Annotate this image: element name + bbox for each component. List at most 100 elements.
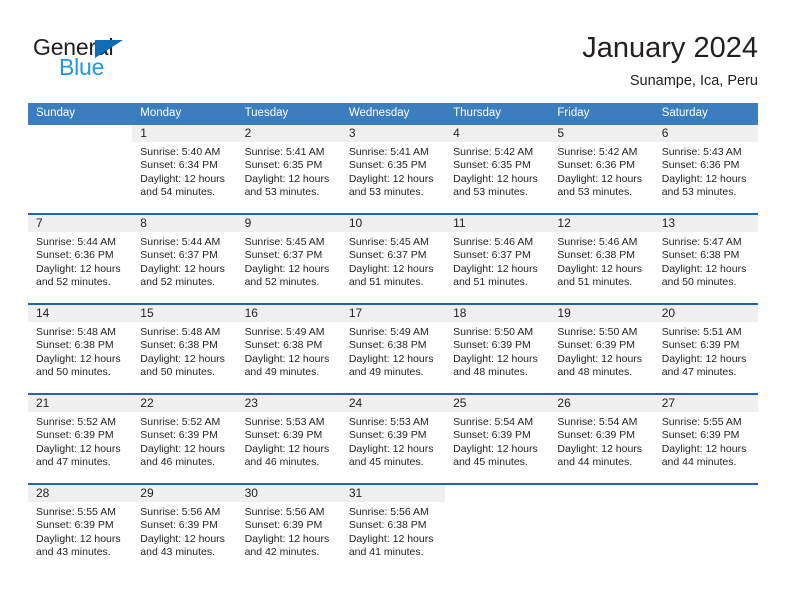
day-cell[interactable]: 16 Sunrise: 5:49 AM Sunset: 6:38 PM Dayligh…: [236, 305, 341, 393]
day-detail-line: and 48 minutes.: [557, 366, 633, 379]
day-detail-line: Sunrise: 5:53 AM: [244, 416, 325, 428]
day-cell[interactable]: 6 Sunrise: 5:43 AM Sunset: 6:36 PM Daylight…: [653, 125, 758, 213]
day-detail-line: Sunset: 6:38 PM: [140, 339, 218, 352]
day-details: Sunrise: 5:46 AM Sunset: 6:37 PM Daylight:…: [445, 232, 549, 290]
day-cell[interactable]: 24 Sunrise: 5:53 AM Sunset: 6:39 PM Dayligh…: [340, 395, 446, 483]
day-cell[interactable]: 19 Sunrise: 5:50 AM Sunset: 6:39 PM Dayligh…: [549, 305, 654, 393]
day-detail-line: and 41 minutes.: [348, 546, 424, 559]
day-cell[interactable]: 7 Sunrise: 5:44 AM Sunset: 6:36 PM Daylight…: [28, 215, 133, 303]
calendar-cell: 6 Sunrise: 5:43 AM Sunset: 6:36 PM Daylight…: [653, 125, 758, 214]
day-details: Sunrise: 5:48 AM Sunset: 6:38 PM Daylight:…: [132, 322, 236, 380]
calendar-cell: 23 Sunrise: 5:53 AM Sunset: 6:39 PM Dayligh…: [236, 393, 341, 484]
calendar-page: General Blue January 2024 Sunampe, Ica, …: [0, 0, 792, 612]
day-detail-line: and 47 minutes.: [661, 366, 737, 379]
day-number: 18: [445, 305, 550, 322]
month-calendar: Sunday Monday Tuesday Wednesday Thursday…: [28, 103, 758, 573]
day-detail-line: Sunrise: 5:50 AM: [557, 326, 638, 338]
calendar-cell: [28, 125, 132, 214]
day-detail-line: and 54 minutes.: [140, 186, 215, 199]
day-detail-line: Sunset: 6:37 PM: [453, 249, 531, 262]
day-cell[interactable]: 31 Sunrise: 5:56 AM Sunset: 6:38 PM Dayligh…: [340, 485, 446, 573]
day-detail-line: Sunset: 6:39 PM: [140, 519, 218, 532]
day-cell[interactable]: 1 Sunrise: 5:40 AM Sunset: 6:34 PM Daylight…: [132, 125, 237, 213]
day-detail-line: Sunrise: 5:45 AM: [348, 236, 429, 248]
day-cell[interactable]: 9 Sunrise: 5:45 AM Sunset: 6:37 PM Daylight…: [236, 215, 341, 303]
day-detail-line: Sunrise: 5:40 AM: [140, 146, 221, 158]
day-number: 20: [653, 305, 758, 322]
day-detail-line: Daylight: 12 hours: [36, 262, 121, 275]
calendar-cell: 8 Sunrise: 5:44 AM Sunset: 6:37 PM Daylight…: [132, 213, 237, 304]
day-cell[interactable]: 11 Sunrise: 5:46 AM Sunset: 6:37 PM Dayligh…: [445, 215, 550, 303]
calendar-week-row: 14 Sunrise: 5:48 AM Sunset: 6:38 PM Dayligh…: [28, 303, 758, 394]
day-cell[interactable]: 27 Sunrise: 5:55 AM Sunset: 6:39 PM Dayligh…: [653, 395, 758, 483]
day-detail-line: Sunrise: 5:41 AM: [244, 146, 325, 158]
calendar-week-row: 28 Sunrise: 5:55 AM Sunset: 6:39 PM Dayligh…: [28, 483, 758, 573]
day-cell[interactable]: 20 Sunrise: 5:51 AM Sunset: 6:39 PM Dayligh…: [653, 305, 758, 393]
calendar-cell: 16 Sunrise: 5:49 AM Sunset: 6:38 PM Dayligh…: [236, 303, 341, 394]
day-detail-line: Sunrise: 5:55 AM: [36, 506, 116, 518]
day-cell[interactable]: 28 Sunrise: 5:55 AM Sunset: 6:39 PM Dayligh…: [28, 485, 133, 573]
day-cell[interactable]: 17 Sunrise: 5:49 AM Sunset: 6:38 PM Dayligh…: [340, 305, 446, 393]
day-cell[interactable]: 30 Sunrise: 5:56 AM Sunset: 6:39 PM Dayligh…: [236, 485, 341, 573]
day-details: Sunrise: 5:55 AM Sunset: 6:39 PM Daylight:…: [654, 412, 758, 470]
weekday-header-tuesday: Tuesday: [236, 103, 341, 125]
calendar-cell: 10 Sunrise: 5:45 AM Sunset: 6:37 PM Dayligh…: [340, 213, 446, 304]
day-detail-line: Sunrise: 5:52 AM: [140, 416, 221, 428]
day-detail-line: Sunset: 6:39 PM: [36, 429, 114, 442]
day-detail-line: Sunset: 6:38 PM: [348, 339, 427, 352]
day-cell[interactable]: 4 Sunrise: 5:42 AM Sunset: 6:35 PM Daylight…: [445, 125, 550, 213]
day-details: Sunrise: 5:56 AM Sunset: 6:38 PM Daylight:…: [341, 502, 445, 560]
calendar-cell: 21 Sunrise: 5:52 AM Sunset: 6:39 PM Dayligh…: [28, 393, 133, 484]
calendar-cell: 30 Sunrise: 5:56 AM Sunset: 6:39 PM Dayligh…: [236, 483, 341, 573]
day-number: 11: [445, 215, 550, 232]
day-detail-line: Sunrise: 5:49 AM: [244, 326, 325, 338]
day-details: Sunrise: 5:41 AM Sunset: 6:35 PM Daylight:…: [341, 142, 445, 200]
calendar-cell: 15 Sunrise: 5:48 AM Sunset: 6:38 PM Dayligh…: [132, 303, 237, 394]
day-cell[interactable]: 18 Sunrise: 5:50 AM Sunset: 6:39 PM Dayligh…: [445, 305, 550, 393]
day-detail-line: Daylight: 12 hours: [140, 352, 225, 365]
day-detail-line: and 45 minutes.: [348, 456, 424, 469]
day-cell[interactable]: 25 Sunrise: 5:54 AM Sunset: 6:39 PM Dayligh…: [445, 395, 550, 483]
calendar-cell: 11 Sunrise: 5:46 AM Sunset: 6:37 PM Dayligh…: [445, 213, 550, 304]
day-detail-line: Sunrise: 5:52 AM: [36, 416, 116, 428]
day-number: 10: [340, 215, 446, 232]
day-detail-line: Sunset: 6:39 PM: [36, 519, 114, 532]
day-cell[interactable]: 8 Sunrise: 5:44 AM Sunset: 6:37 PM Daylight…: [132, 215, 237, 303]
page-header: General Blue January 2024 Sunampe, Ica, …: [0, 0, 792, 100]
day-details: Sunrise: 5:53 AM Sunset: 6:39 PM Daylight:…: [341, 412, 445, 470]
day-detail-line: Sunset: 6:38 PM: [661, 249, 740, 262]
day-cell[interactable]: 3 Sunrise: 5:41 AM Sunset: 6:35 PM Daylight…: [340, 125, 446, 213]
day-detail-line: Sunset: 6:39 PM: [453, 429, 531, 442]
day-detail-line: Daylight: 12 hours: [140, 532, 225, 545]
day-detail-line: Daylight: 12 hours: [557, 172, 643, 185]
day-detail-line: Daylight: 12 hours: [453, 172, 538, 185]
day-cell[interactable]: 10 Sunrise: 5:45 AM Sunset: 6:37 PM Dayligh…: [340, 215, 446, 303]
calendar-header-row: Sunday Monday Tuesday Wednesday Thursday…: [28, 103, 758, 125]
day-cell[interactable]: 12 Sunrise: 5:46 AM Sunset: 6:38 PM Dayligh…: [549, 215, 654, 303]
day-cell[interactable]: 21 Sunrise: 5:52 AM Sunset: 6:39 PM Dayligh…: [28, 395, 133, 483]
day-cell[interactable]: 22 Sunrise: 5:52 AM Sunset: 6:39 PM Dayligh…: [132, 395, 237, 483]
day-detail-line: Sunrise: 5:54 AM: [557, 416, 638, 428]
day-cell[interactable]: 23 Sunrise: 5:53 AM Sunset: 6:39 PM Dayligh…: [236, 395, 341, 483]
day-cell[interactable]: 26 Sunrise: 5:54 AM Sunset: 6:39 PM Dayligh…: [549, 395, 654, 483]
day-detail-line: and 51 minutes.: [557, 276, 633, 289]
day-detail-line: Sunrise: 5:56 AM: [140, 506, 221, 518]
day-cell[interactable]: 14 Sunrise: 5:48 AM Sunset: 6:38 PM Dayligh…: [28, 305, 133, 393]
calendar-cell: 27 Sunrise: 5:55 AM Sunset: 6:39 PM Dayligh…: [653, 393, 758, 484]
day-cell[interactable]: 5 Sunrise: 5:42 AM Sunset: 6:36 PM Daylight…: [549, 125, 654, 213]
day-number: 3: [340, 125, 446, 142]
day-detail-line: and 49 minutes.: [244, 366, 320, 379]
day-number: [445, 485, 549, 502]
day-cell[interactable]: 29 Sunrise: 5:56 AM Sunset: 6:39 PM Dayligh…: [132, 485, 237, 573]
day-cell[interactable]: 15 Sunrise: 5:48 AM Sunset: 6:38 PM Dayligh…: [132, 305, 237, 393]
day-details: Sunrise: 5:40 AM Sunset: 6:34 PM Daylight:…: [132, 142, 236, 200]
day-details: Sunrise: 5:51 AM Sunset: 6:39 PM Daylight:…: [654, 322, 758, 380]
day-detail-line: Sunset: 6:39 PM: [661, 429, 740, 442]
day-number: 27: [653, 395, 758, 412]
day-detail-line: Daylight: 12 hours: [140, 262, 225, 275]
day-cell[interactable]: 13 Sunrise: 5:47 AM Sunset: 6:38 PM Dayligh…: [653, 215, 758, 303]
location-subtitle: Sunampe, Ica, Peru: [629, 73, 758, 89]
day-detail-line: Sunrise: 5:55 AM: [661, 416, 742, 428]
day-cell[interactable]: 2 Sunrise: 5:41 AM Sunset: 6:35 PM Daylight…: [236, 125, 341, 213]
day-detail-line: and 47 minutes.: [36, 456, 111, 469]
